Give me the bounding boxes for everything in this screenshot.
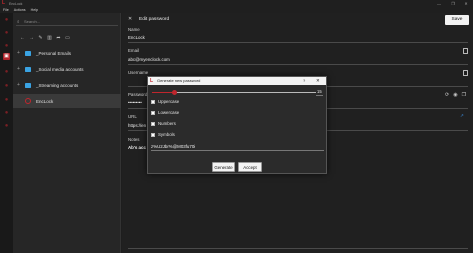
rail-passwords-icon[interactable]: ▣: [3, 53, 10, 60]
list-item-selected[interactable]: EncLock: [13, 94, 121, 108]
icon-rail: ● ● ● ▣ ● ● ● ● ●: [0, 13, 13, 253]
copy-password-icon[interactable]: ❐: [462, 92, 466, 98]
length-underline: [316, 95, 323, 96]
uppercase-checkbox[interactable]: [151, 99, 155, 104]
uppercase-label: Uppercase: [158, 99, 180, 104]
notes-label: Notes: [128, 137, 140, 142]
close-editor-icon[interactable]: ✕: [128, 16, 132, 22]
new-folder-icon[interactable]: ▭: [63, 35, 72, 41]
copy-username-icon[interactable]: [463, 70, 468, 76]
page-title: Edit password: [139, 17, 170, 22]
maximize-button[interactable]: ❐: [446, 0, 460, 7]
numbers-label: Numbers: [158, 121, 176, 126]
sidebar: ⌕ Search... ← → ✎ ▥ ➦ ▭ + _Personal Emai…: [13, 13, 121, 253]
title-bar: L EncLock: [0, 0, 473, 7]
symbols-option[interactable]: Symbols: [151, 132, 175, 137]
list-item-label: _Streaming accounts: [36, 82, 79, 88]
list-item[interactable]: + _Streaming accounts: [13, 78, 121, 92]
search-placeholder: Search...: [24, 19, 41, 24]
generate-password-dialog: L Generate new password ? ✕ 15 Uppercase…: [147, 76, 327, 174]
dialog-title: Generate new password: [157, 78, 201, 83]
url-field[interactable]: https://en: [128, 123, 146, 128]
pencil-icon[interactable]: ✎: [36, 35, 45, 41]
username-label: Username: [128, 70, 149, 75]
app-title: EncLock: [9, 1, 23, 6]
copy-email-icon[interactable]: [463, 48, 468, 54]
lowercase-checkbox[interactable]: [151, 110, 155, 115]
open-link-icon[interactable]: ↗: [460, 113, 464, 119]
lock-icon: [25, 98, 31, 104]
folder-icon: [25, 66, 31, 72]
save-button[interactable]: Save: [445, 15, 469, 25]
folder-icon: [25, 50, 31, 56]
list-item[interactable]: + _Social media accounts: [13, 62, 121, 76]
dialog-header: L Generate new password ? ✕: [148, 77, 326, 85]
minimize-button[interactable]: —: [432, 0, 446, 7]
trash-icon[interactable]: ▥: [45, 35, 54, 41]
url-label: URL: [128, 114, 137, 119]
numbers-checkbox[interactable]: [151, 121, 155, 126]
rail-files-icon[interactable]: ●: [3, 83, 10, 90]
password-field[interactable]: •••••••••: [128, 100, 142, 105]
close-window-button[interactable]: ✕: [459, 0, 473, 7]
symbols-checkbox[interactable]: [151, 132, 155, 137]
expand-icon[interactable]: +: [17, 50, 25, 56]
move-icon[interactable]: ➦: [54, 35, 63, 41]
menu-actions[interactable]: Actions: [14, 8, 26, 12]
rail-settings-icon[interactable]: ●: [3, 123, 10, 130]
rail-home-icon[interactable]: ●: [3, 17, 10, 24]
name-label: Name: [128, 27, 140, 32]
length-value[interactable]: 15: [317, 89, 322, 94]
folder-icon: [25, 82, 31, 88]
expand-icon[interactable]: +: [17, 82, 25, 88]
accept-button[interactable]: Accept: [238, 162, 262, 172]
refresh-icon[interactable]: ⟳: [445, 92, 449, 98]
email-field[interactable]: abc@myenclock.com: [128, 57, 170, 62]
generated-underline: [151, 150, 324, 151]
numbers-option[interactable]: Numbers: [151, 121, 176, 126]
name-underline: [128, 42, 468, 43]
generate-button[interactable]: Generate: [212, 162, 235, 172]
password-label: Password: [128, 92, 148, 97]
email-underline: [128, 64, 468, 65]
dialog-logo-icon: L: [150, 78, 154, 84]
list-item-label: _Personal Emails: [36, 50, 72, 56]
rail-contacts-icon[interactable]: ●: [3, 69, 10, 76]
search-icon: ⌕: [17, 19, 20, 24]
search-input[interactable]: ⌕ Search...: [16, 17, 118, 26]
dialog-close-button[interactable]: ✕: [316, 78, 320, 84]
sidebar-toolbar: ← → ✎ ▥ ➦ ▭: [18, 34, 72, 42]
arrow-right-icon[interactable]: →: [27, 35, 36, 41]
lowercase-label: Lowercase: [158, 110, 180, 115]
lowercase-option[interactable]: Lowercase: [151, 110, 179, 115]
menu-file[interactable]: File: [3, 8, 9, 12]
generated-password-field[interactable]: z%U2Jbr%@M03fu70i: [151, 144, 195, 149]
help-button[interactable]: ?: [303, 78, 305, 84]
rail-bank-icon[interactable]: ●: [3, 97, 10, 104]
notes-underline: [128, 248, 468, 249]
app-logo-icon: L: [2, 0, 6, 6]
list-item-label: _Social media accounts: [36, 66, 84, 72]
rail-note-icon[interactable]: ●: [3, 43, 10, 50]
uppercase-option[interactable]: Uppercase: [151, 99, 179, 104]
name-field[interactable]: EncLock: [128, 35, 145, 40]
list-item[interactable]: + _Personal Emails: [13, 46, 121, 60]
rail-card-icon[interactable]: ●: [3, 30, 10, 37]
arrow-left-icon[interactable]: ←: [18, 35, 27, 41]
symbols-label: Symbols: [158, 132, 175, 137]
expand-icon[interactable]: +: [17, 66, 25, 72]
rail-id-icon[interactable]: ●: [3, 110, 10, 117]
eye-icon[interactable]: ◉: [453, 92, 457, 98]
notes-field[interactable]: Ab's acc: [128, 145, 146, 150]
email-label: Email: [128, 48, 139, 53]
list-item-label: EncLock: [36, 98, 54, 104]
menu-help[interactable]: Help: [31, 8, 38, 12]
length-slider-thumb[interactable]: [172, 90, 178, 95]
password-actions: ⟳ ◉ ❐: [445, 92, 466, 98]
